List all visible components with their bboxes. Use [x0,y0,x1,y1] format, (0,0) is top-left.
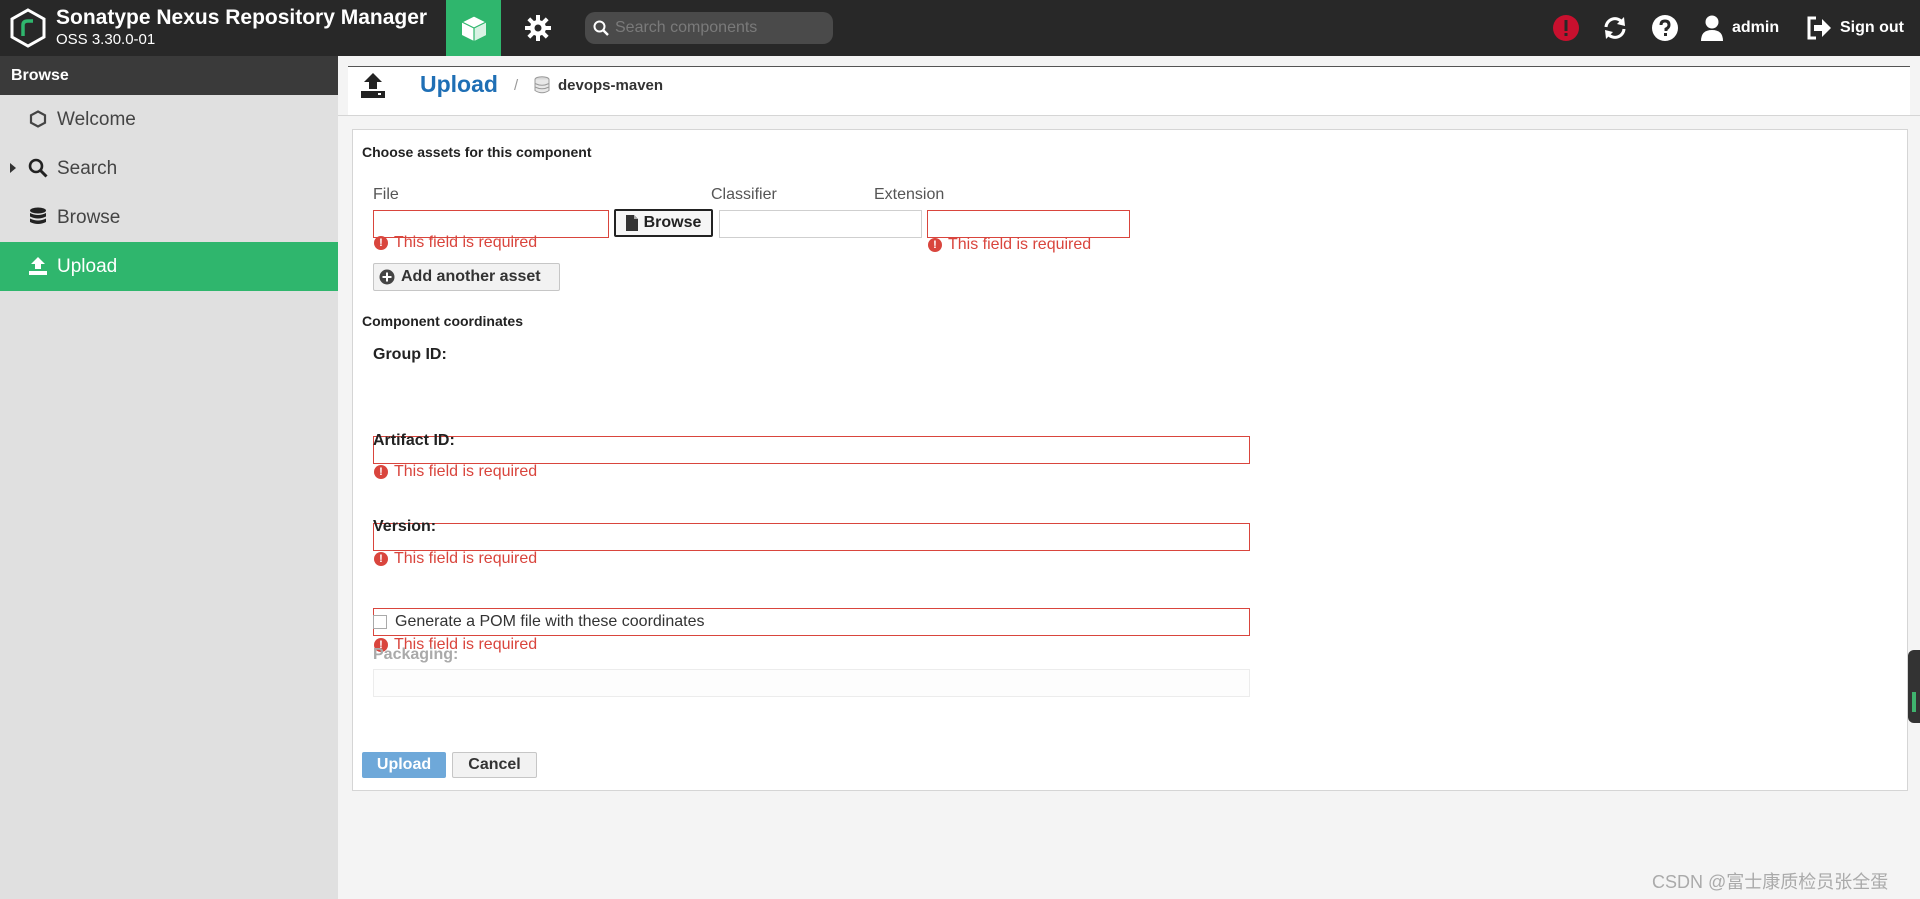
assets-section-title: Choose assets for this component [362,144,592,160]
artifact-id-label: Artifact ID: [373,432,455,449]
admin-mode-button[interactable] [510,0,565,56]
cancel-button[interactable]: Cancel [452,752,537,778]
side-panel-handle[interactable] [1908,650,1920,723]
error-icon: ! [374,552,388,566]
sidebar-item-browse[interactable]: Browse [0,193,338,242]
file-error: ! This field is required [374,234,537,252]
sidebar-item-welcome[interactable]: Welcome [0,95,338,144]
search-input[interactable] [615,19,825,37]
search-icon [593,20,609,36]
user-icon [1701,15,1723,41]
sign-out-button[interactable]: Sign out [1806,12,1904,44]
breadcrumb-separator: / [514,77,519,94]
page-title[interactable]: Upload [420,71,498,98]
main-content: Upload / devops-maven Choose assets for … [338,56,1920,899]
browse-label: Browse [643,214,702,231]
nexus-logo-icon[interactable] [10,8,46,48]
page-title-bar: Upload / devops-maven [348,66,1910,116]
generate-pom-checkbox[interactable] [373,615,387,629]
browse-mode-button[interactable] [446,0,501,56]
watermark: CSDN @富士康质检员张全蛋 [1652,872,1889,892]
gear-icon [524,15,551,41]
file-label: File [373,186,399,203]
error-text: This field is required [394,463,538,480]
upload-icon [361,73,385,98]
upload-icon [28,256,48,276]
expand-caret-icon[interactable] [10,163,16,173]
artifact-id-input[interactable] [373,523,1250,551]
upload-button[interactable]: Upload [362,752,446,778]
database-icon [28,207,48,227]
repository-icon [534,76,550,94]
sidebar-header: Browse [0,56,338,95]
component-search[interactable] [585,12,833,44]
packaging-input [373,669,1250,697]
search-icon [28,158,48,178]
group-id-input[interactable] [373,436,1250,464]
user-name: admin [1732,19,1780,36]
upload-form-panel: Choose assets for this component File Cl… [352,129,1908,791]
extension-error: ! This field is required [928,236,1091,254]
error-icon: ! [374,236,388,250]
app-version: OSS 3.30.0-01 [56,31,156,48]
divider [338,115,1920,116]
sidebar: Browse Welcome Search Browse Upload [0,56,338,899]
sidebar-item-label: Browse [57,206,121,228]
system-alert-button[interactable] [1551,13,1581,43]
app-title: Sonatype Nexus Repository Manager [56,6,428,29]
error-icon: ! [374,465,388,479]
extension-input[interactable] [927,210,1130,238]
group-id-label: Group ID: [373,346,447,363]
sidebar-item-label: Upload [57,255,118,277]
sidebar-item-upload[interactable]: Upload [0,242,338,291]
plus-circle-icon [379,269,395,285]
refresh-icon [1604,17,1626,39]
extension-label: Extension [874,186,945,203]
hexagon-icon [28,109,48,129]
error-icon: ! [928,238,942,252]
artifact-id-error: ! This field is required [374,550,537,568]
help-button[interactable] [1650,13,1680,43]
sidebar-item-label: Search [57,157,118,179]
sign-out-label: Sign out [1840,19,1904,36]
add-asset-label: Add another asset [401,268,541,285]
error-text: This field is required [394,550,538,567]
packaging-label: Packaging: [373,646,459,663]
version-label: Version: [373,518,437,535]
refresh-button[interactable] [1600,13,1630,43]
add-asset-button[interactable]: Add another asset [373,263,560,291]
coordinates-section-title: Component coordinates [362,313,524,329]
sidebar-item-search[interactable]: Search [0,144,338,193]
sidebar-item-label: Welcome [57,108,136,130]
repository-name: devops-maven [558,77,664,94]
handle-indicator [1912,692,1916,712]
user-menu[interactable]: admin [1700,12,1779,44]
classifier-input[interactable] [719,210,922,238]
generate-pom-option[interactable]: Generate a POM file with these coordinat… [373,613,705,631]
top-header: Sonatype Nexus Repository Manager OSS 3.… [0,0,1920,56]
error-text: This field is required [394,234,538,251]
classifier-label: Classifier [711,186,777,203]
error-text: This field is required [948,236,1092,253]
alert-icon [1553,15,1579,41]
generate-pom-label: Generate a POM file with these coordinat… [395,613,705,630]
help-icon [1652,15,1678,41]
file-icon [625,215,638,231]
group-id-error: ! This field is required [374,463,537,481]
cube-icon [460,15,487,41]
sign-out-icon [1807,16,1831,40]
browse-button[interactable]: Browse [614,209,713,237]
